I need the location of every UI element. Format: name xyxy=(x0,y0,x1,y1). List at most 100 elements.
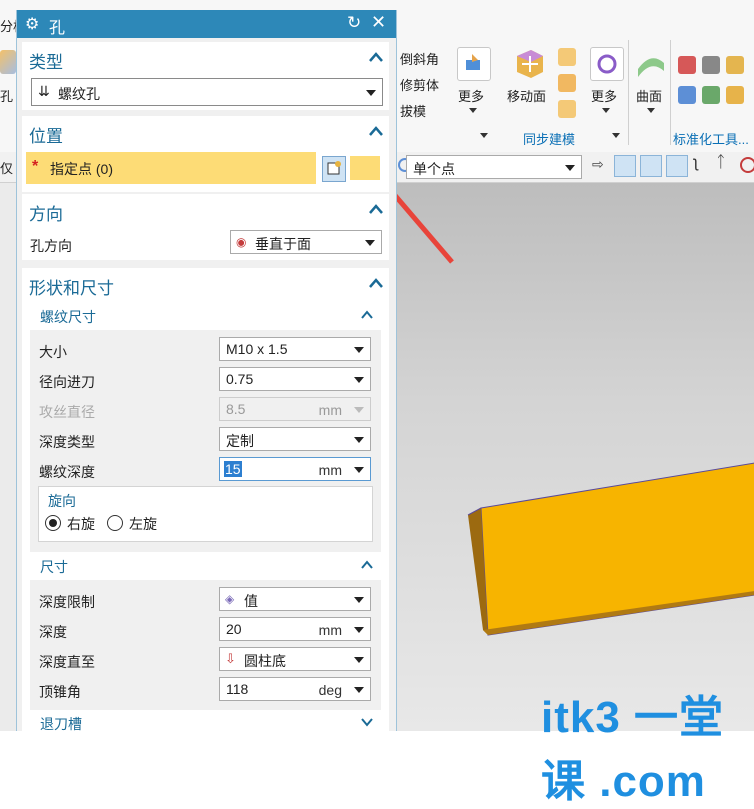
relief-title: 退刀槽 xyxy=(40,716,82,731)
dimensions-subsection-header[interactable]: 尺寸 xyxy=(30,552,381,580)
sync-tool-3-icon[interactable] xyxy=(558,100,576,118)
ribbon-chamfer[interactable]: 倒斜角 xyxy=(400,49,439,68)
chevron-down-icon xyxy=(354,407,364,413)
depth-limit-select[interactable]: ◈ 值 xyxy=(219,587,371,611)
size-select[interactable]: M10 x 1.5 xyxy=(219,337,371,361)
thread-depth-input[interactable]: 15 mm xyxy=(219,457,371,481)
size-label: 大小 xyxy=(39,344,67,360)
sync-more-icon[interactable] xyxy=(590,47,624,81)
ribbon-more-2[interactable]: 更多 xyxy=(591,86,617,105)
std-tool-3-icon[interactable] xyxy=(726,56,744,74)
sync-tool-2-icon[interactable] xyxy=(558,74,576,92)
snap-points-icon[interactable] xyxy=(614,155,636,177)
ribbon-hole-label[interactable]: 孔 xyxy=(0,86,13,105)
ribbon-divider xyxy=(628,40,629,145)
radio-dot xyxy=(49,519,57,527)
std-tool-6-icon[interactable] xyxy=(726,86,744,104)
hole-direction-select[interactable]: ◉ 垂直于面 xyxy=(230,230,382,254)
dimensions-title: 尺寸 xyxy=(40,559,68,575)
ribbon-divider-2 xyxy=(670,40,671,145)
chevron-down-icon xyxy=(354,377,364,383)
move-face-icon[interactable] xyxy=(513,46,547,80)
ribbon-surface[interactable]: 曲面 xyxy=(636,86,662,105)
chevron-down-icon xyxy=(354,597,364,603)
close-icon[interactable]: ✕ xyxy=(371,12,386,33)
snap-center-icon[interactable] xyxy=(740,157,754,173)
gear-icon[interactable]: ⚙ xyxy=(25,14,39,34)
right-hand-label[interactable]: 右旋 xyxy=(67,514,95,534)
depth-to-select[interactable]: ⇩ 圆柱底 xyxy=(219,647,371,671)
collapse-icon[interactable] xyxy=(369,50,383,64)
thread-depth-value: 15 xyxy=(224,461,242,477)
snap-curve-icon[interactable]: ʅ xyxy=(694,154,698,172)
radial-engage-select[interactable]: 0.75 xyxy=(219,367,371,391)
thread-size-title: 螺纹尺寸 xyxy=(40,309,96,325)
shape-section-title: 形状和尺寸 xyxy=(29,279,114,298)
thread-depth-label: 螺纹深度 xyxy=(39,464,95,480)
tip-angle-input[interactable]: 118 deg xyxy=(219,677,371,701)
reset-icon[interactable]: ↻ xyxy=(347,13,361,33)
dialog-titlebar[interactable]: ⚙ 孔 ↻ ✕ xyxy=(17,10,396,38)
chevron-down-icon xyxy=(366,90,376,96)
surface-dropdown-icon[interactable] xyxy=(647,108,655,113)
hole-direction-label: 孔方向 xyxy=(30,238,72,254)
cylinder-bottom-icon: ⇩ xyxy=(225,651,236,666)
depth-to-label: 深度直至 xyxy=(39,654,95,670)
radial-engage-value: 0.75 xyxy=(226,371,254,387)
hole-type-select[interactable]: ⇊ 螺纹孔 xyxy=(31,78,383,106)
left-hand-radio[interactable] xyxy=(107,515,123,531)
snap-tangent-icon[interactable]: ᛏ xyxy=(716,154,726,172)
rotation-title: 旋向 xyxy=(48,493,76,509)
direction-section: 方向 孔方向 ◉ 垂直于面 xyxy=(22,194,389,260)
size-value: M10 x 1.5 xyxy=(226,341,288,357)
snap-endpoint-icon[interactable] xyxy=(640,155,662,177)
std-tool-5-icon[interactable] xyxy=(702,86,720,104)
std-tool-4-icon[interactable] xyxy=(678,86,696,104)
left-hand-label[interactable]: 左旋 xyxy=(129,514,157,534)
specify-point-row[interactable]: * 指定点 (0) xyxy=(26,152,316,184)
collapse-icon[interactable] xyxy=(369,276,383,290)
collapse-icon[interactable] xyxy=(361,559,373,571)
depth-type-value: 定制 xyxy=(226,433,254,449)
hole-type-value: 螺纹孔 xyxy=(58,86,100,102)
more-1-dropdown-icon[interactable] xyxy=(469,108,477,113)
ribbon-group-sync: 同步建模 xyxy=(523,132,576,147)
sync-group-dropdown-icon[interactable] xyxy=(612,133,620,138)
required-mark: * xyxy=(32,158,39,175)
thread-size-subsection-header[interactable]: 螺纹尺寸 xyxy=(30,302,381,330)
hole-direction-value: 垂直于面 xyxy=(255,236,311,252)
ribbon-group-standard: 标准化工具... xyxy=(673,132,749,147)
std-tool-2-icon[interactable] xyxy=(702,56,720,74)
chevron-down-icon xyxy=(365,240,375,246)
surface-icon[interactable] xyxy=(635,47,667,79)
std-tool-1-icon[interactable] xyxy=(678,56,696,74)
chevron-down-icon xyxy=(354,347,364,353)
collapse-icon[interactable] xyxy=(369,124,383,138)
relief-subsection-header[interactable]: 退刀槽 xyxy=(30,712,381,731)
snap-midpoint-icon[interactable] xyxy=(666,155,688,177)
depth-type-select[interactable]: 定制 xyxy=(219,427,371,451)
expand-icon[interactable] xyxy=(361,716,373,728)
chevron-down-icon xyxy=(354,687,364,693)
sync-tool-1-icon[interactable] xyxy=(558,48,576,66)
thread-hole-icon: ⇊ xyxy=(38,83,50,99)
depth-input[interactable]: 20 mm xyxy=(219,617,371,641)
group-dropdown-icon[interactable] xyxy=(480,133,488,138)
more-2-dropdown-icon[interactable] xyxy=(602,108,610,113)
chevron-down-icon xyxy=(354,437,364,443)
right-hand-radio[interactable] xyxy=(45,515,61,531)
hole-dialog: ⚙ 孔 ↻ ✕ 类型 ⇊ 螺纹孔 位置 * 指定点 (0) 方向 孔方向 ◉ 垂… xyxy=(16,10,397,731)
selection-filter-partial[interactable]: 仅 xyxy=(0,158,13,177)
hole-tool-icon[interactable] xyxy=(0,50,16,74)
depth-type-label: 深度类型 xyxy=(39,434,95,450)
watermark: itk3 一堂课 .com xyxy=(541,693,725,806)
point-dialog-button[interactable] xyxy=(350,156,380,180)
arrow-right-icon[interactable]: ⇨ xyxy=(592,156,604,173)
type-section: 类型 ⇊ 螺纹孔 xyxy=(22,42,389,110)
collapse-icon[interactable] xyxy=(361,309,373,321)
ribbon-move-face[interactable]: 移动面 xyxy=(507,86,546,105)
collapse-icon[interactable] xyxy=(369,202,383,216)
value-cube-icon: ◈ xyxy=(225,592,235,606)
specify-point-label: 指定点 (0) xyxy=(50,161,113,177)
sketch-point-icon[interactable] xyxy=(322,156,346,182)
